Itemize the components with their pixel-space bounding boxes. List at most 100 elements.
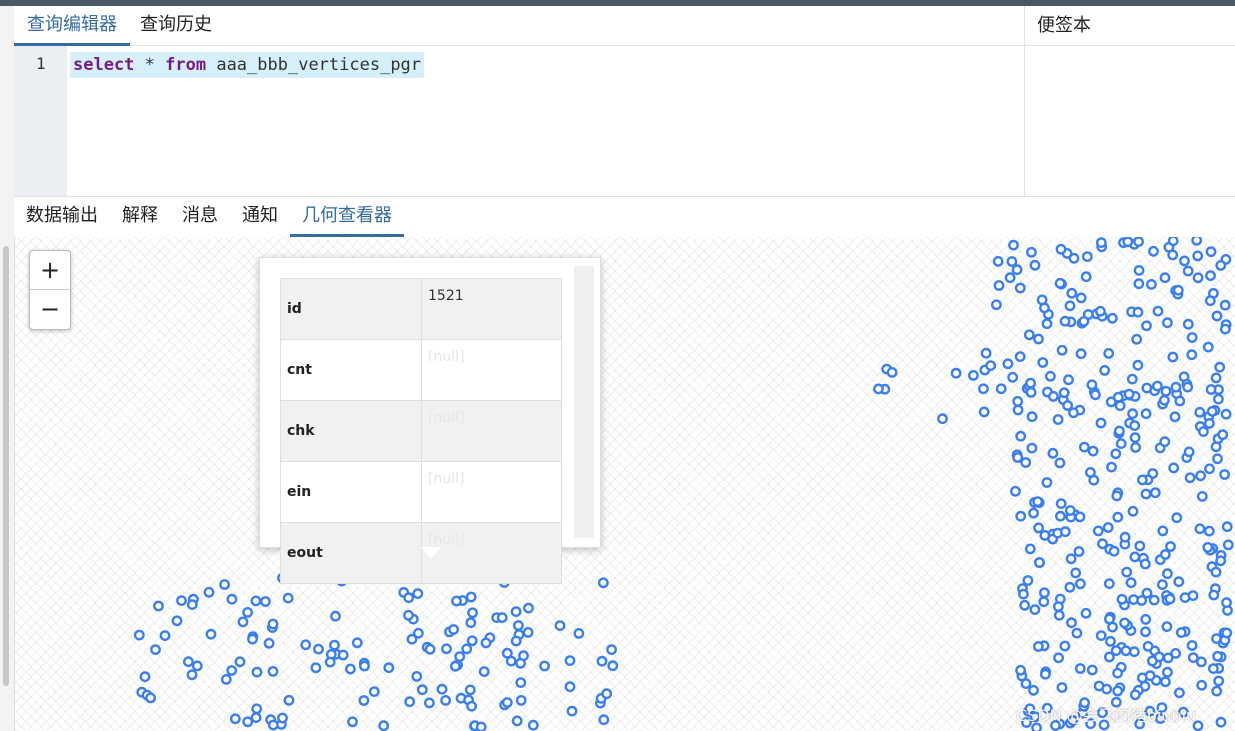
vertex-point[interactable] (1010, 485, 1021, 497)
vertex-point[interactable] (1192, 250, 1204, 262)
vertex-point[interactable] (598, 714, 610, 726)
vertex-point[interactable] (1112, 685, 1124, 697)
vertex-point[interactable] (522, 626, 534, 638)
vertex-point[interactable] (1095, 237, 1107, 248)
vertex-point[interactable] (1152, 380, 1163, 392)
vertex-point[interactable] (1157, 525, 1169, 537)
vertex-point[interactable] (1205, 270, 1216, 281)
vertex-point[interactable] (1026, 411, 1038, 423)
vertex-point[interactable] (1140, 613, 1152, 625)
vertex-point[interactable] (1195, 470, 1207, 482)
vertex-point[interactable] (267, 618, 279, 630)
vertex-point[interactable] (1087, 445, 1099, 457)
tab-query-editor[interactable]: 查询编辑器 (14, 6, 130, 46)
vertex-point[interactable] (995, 383, 1007, 395)
vertex-point[interactable] (1182, 318, 1194, 330)
vertex-point[interactable] (277, 712, 288, 724)
vertex-point[interactable] (1090, 389, 1101, 401)
vertex-point[interactable] (1119, 617, 1131, 629)
vertex-point[interactable] (1205, 246, 1217, 258)
vertex-point[interactable] (1167, 237, 1179, 247)
vertex-point[interactable] (1018, 588, 1029, 600)
vertex-point[interactable] (1136, 672, 1148, 684)
vertex-point[interactable] (1222, 539, 1234, 551)
vertex-point[interactable] (496, 612, 508, 623)
zoom-in-button[interactable]: + (30, 251, 70, 290)
vertex-point[interactable] (564, 681, 576, 693)
vertex-point[interactable] (1119, 531, 1131, 543)
vertex-point[interactable] (454, 651, 466, 662)
vertex-point[interactable] (1078, 316, 1090, 327)
vertex-point[interactable] (412, 588, 424, 599)
vertex-point[interactable] (937, 413, 948, 425)
vertex-point[interactable] (205, 628, 217, 640)
vertex-point[interactable] (1120, 645, 1132, 657)
vertex-point[interactable] (1071, 627, 1083, 639)
vertex-point[interactable] (1210, 441, 1222, 453)
vertex-point[interactable] (220, 673, 232, 685)
vertex-point[interactable] (991, 299, 1002, 311)
vertex-point[interactable] (1174, 687, 1185, 699)
vertex-point[interactable] (1036, 294, 1048, 306)
vertex-point[interactable] (1110, 448, 1122, 460)
vertex-point[interactable] (1129, 432, 1141, 444)
vertex-point[interactable] (412, 627, 424, 639)
vertex-point[interactable] (1108, 545, 1120, 557)
vertex-point[interactable] (475, 721, 487, 731)
vertex-point[interactable] (1054, 277, 1066, 289)
vertex-point[interactable] (1204, 417, 1215, 429)
vertex-point[interactable] (1130, 441, 1142, 453)
vertex-point[interactable] (440, 694, 451, 706)
vertex-point[interactable] (1129, 689, 1141, 701)
vertex-point[interactable] (1059, 640, 1071, 652)
vertex-point[interactable] (1032, 496, 1044, 507)
vertex-point[interactable] (1064, 581, 1076, 593)
tab-data-output[interactable]: 数据输出 (14, 197, 110, 234)
vertex-point[interactable] (1095, 417, 1107, 429)
vertex-point[interactable] (1064, 300, 1076, 312)
vertex-point[interactable] (1011, 264, 1023, 276)
vertex-point[interactable] (1219, 299, 1231, 311)
vertex-point[interactable] (237, 616, 249, 628)
vertex-point[interactable] (1219, 469, 1231, 480)
vertex-point[interactable] (1102, 522, 1114, 533)
vertex-point[interactable] (1162, 568, 1173, 580)
vertex-point[interactable] (1024, 543, 1036, 555)
vertex-point[interactable] (1125, 577, 1137, 589)
vertex-point[interactable] (985, 360, 997, 372)
vertex-point[interactable] (186, 599, 198, 610)
vertex-point[interactable] (1066, 287, 1078, 299)
vertex-point[interactable] (1172, 284, 1184, 296)
vertex-point[interactable] (145, 692, 157, 704)
vertex-point[interactable] (310, 662, 322, 674)
vertex-point[interactable] (283, 694, 295, 706)
vertex-point[interactable] (1194, 406, 1206, 418)
vertex-point[interactable] (242, 606, 254, 618)
vertex-point[interactable] (1103, 348, 1115, 359)
vertex-point[interactable] (466, 700, 477, 712)
vertex-point[interactable] (1075, 292, 1087, 304)
vertex-point[interactable] (886, 366, 898, 378)
vertex-point[interactable] (267, 665, 279, 677)
vertex-point[interactable] (226, 665, 238, 676)
vertex-point[interactable] (1052, 414, 1064, 425)
vertex-point[interactable] (1086, 664, 1098, 676)
vertex-point[interactable] (1198, 426, 1209, 438)
vertex-point[interactable] (1215, 555, 1227, 567)
vertex-point[interactable] (263, 637, 275, 649)
vertex-point[interactable] (1169, 411, 1181, 423)
vertex-point[interactable] (1168, 462, 1180, 474)
vertex-point[interactable] (1127, 505, 1139, 517)
vertex-point[interactable] (596, 655, 608, 667)
vertex-point[interactable] (1014, 351, 1026, 363)
vertex-point[interactable] (1053, 601, 1064, 612)
vertex-point[interactable] (1107, 312, 1118, 324)
vertex-point[interactable] (1034, 557, 1045, 568)
vertex-point[interactable] (601, 688, 613, 700)
vertex-point[interactable] (573, 627, 585, 639)
vertex-point[interactable] (465, 617, 477, 629)
vertex-point[interactable] (518, 650, 529, 662)
vertex-point[interactable] (1064, 505, 1076, 516)
vertex-point[interactable] (1041, 318, 1053, 330)
vertex-point[interactable] (1075, 578, 1086, 590)
